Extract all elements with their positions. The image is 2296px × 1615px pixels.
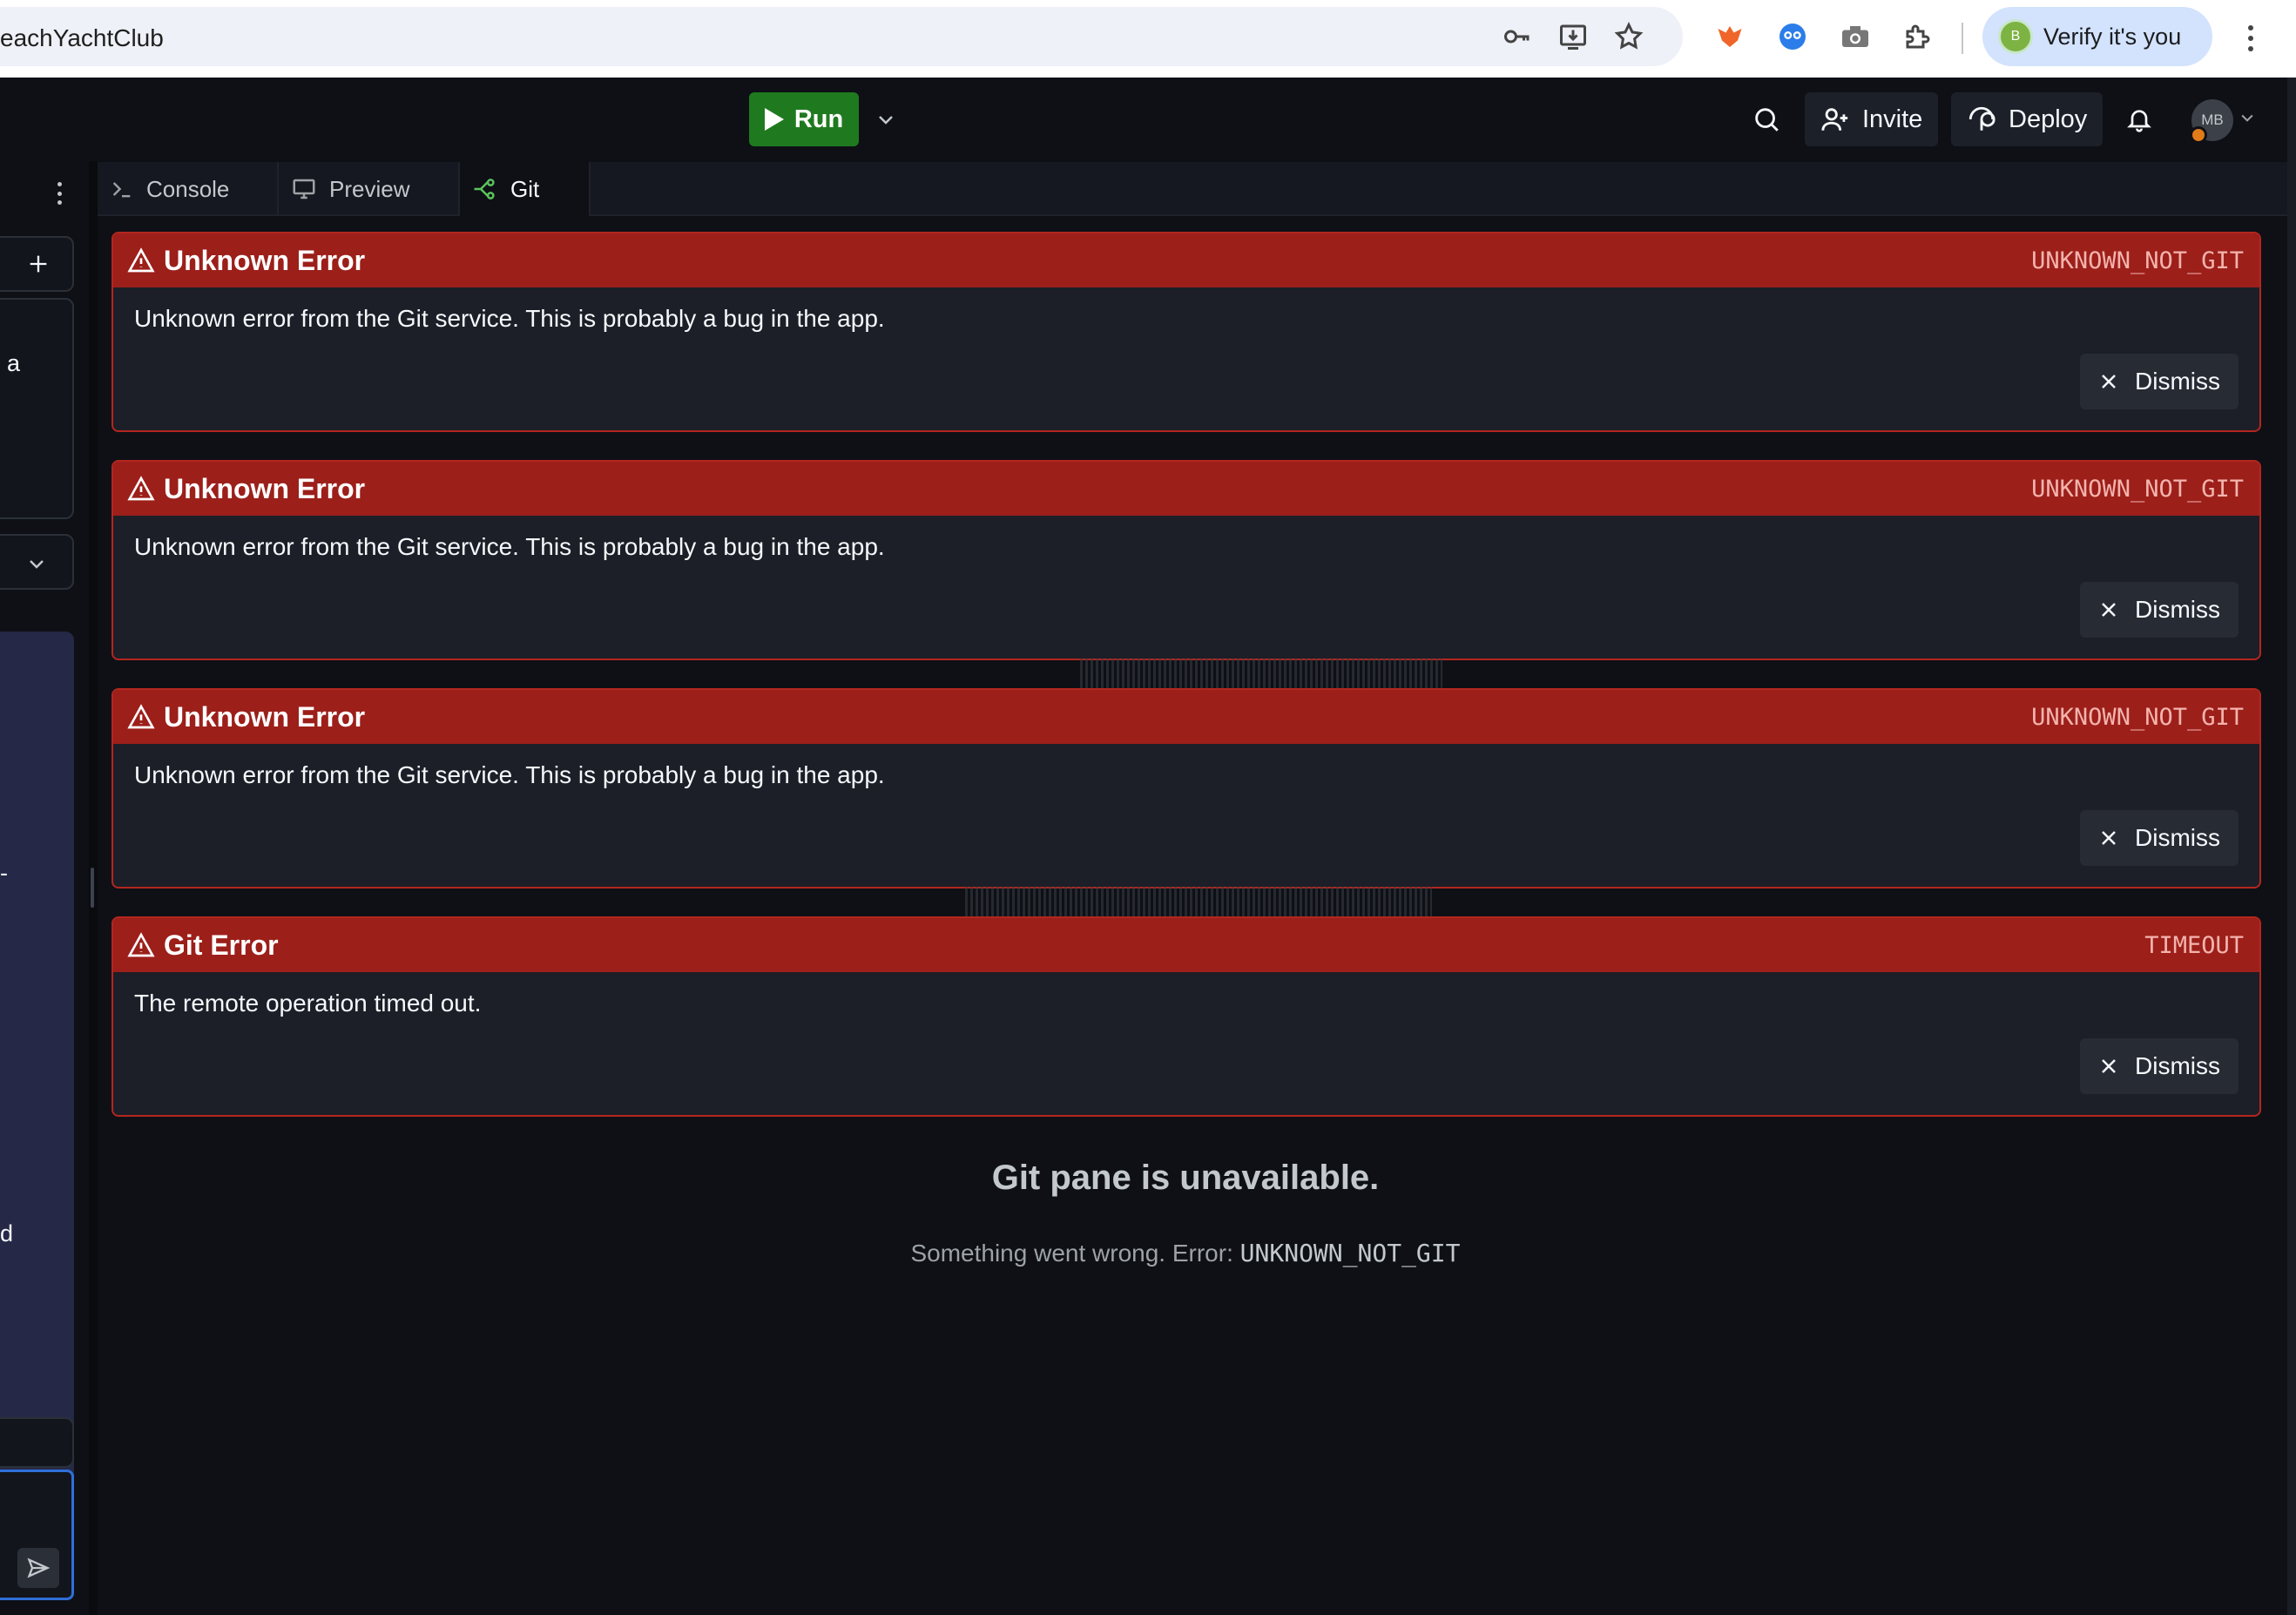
error-header: Unknown Error UNKNOWN_NOT_GIT [113, 462, 2259, 516]
error-code: TIMEOUT [2144, 931, 2244, 959]
tab-git[interactable]: Git [460, 162, 591, 216]
dismiss-label: Dismiss [2135, 596, 2220, 623]
send-icon [27, 1558, 51, 1578]
new-item-box [0, 236, 74, 292]
run-button[interactable]: Run [749, 92, 859, 146]
play-icon [764, 108, 784, 131]
error-message: The remote operation timed out. [134, 990, 482, 1017]
extensions-puzzle-icon[interactable] [1901, 19, 1935, 54]
error-message: Unknown error from the Git service. This… [134, 305, 885, 332]
bookmark-star-icon[interactable] [1611, 19, 1646, 54]
resize-handle[interactable] [91, 868, 94, 908]
warning-icon [127, 932, 155, 957]
error-title: Unknown Error [164, 244, 366, 276]
invite-label: Invite [1862, 105, 1923, 133]
fox-extension-icon[interactable] [1712, 19, 1747, 54]
address-bar[interactable]: eachYachtClub [0, 7, 1683, 66]
close-icon [2102, 375, 2116, 389]
browser-toolbar: eachYachtClub B Verify it's you [0, 0, 2296, 78]
toolbar-divider [1962, 23, 1963, 54]
chevron-down-icon [30, 560, 44, 569]
tab-console[interactable]: Console [98, 162, 279, 216]
error-title: Unknown Error [164, 700, 366, 733]
dismiss-button[interactable]: Dismiss [2080, 810, 2239, 866]
left-pane: a - d [0, 161, 87, 1615]
url-text: eachYachtClub [0, 24, 164, 51]
git-unavailable-title: Git pane is unavailable. [991, 1159, 1380, 1197]
error-title: Unknown Error [164, 472, 366, 504]
warning-icon [127, 247, 155, 273]
window-edge [2287, 78, 2296, 1615]
error-card: Unknown Error UNKNOWN_NOT_GIT Unknown er… [111, 232, 2261, 432]
git-branch-icon [474, 179, 495, 199]
dismiss-button[interactable]: Dismiss [2080, 1038, 2239, 1094]
plus-icon[interactable] [26, 252, 51, 276]
dismiss-label: Dismiss [2135, 1052, 2220, 1079]
pane-menu-icon[interactable] [54, 179, 64, 208]
deploy-button[interactable]: Deploy [1951, 92, 2104, 146]
chrome-menu-icon[interactable] [2237, 17, 2265, 59]
error-message: Unknown error from the Git service. This… [134, 761, 885, 788]
error-card: Unknown Error UNKNOWN_NOT_GIT Unknown er… [111, 688, 2261, 889]
subtitle-error-code: UNKNOWN_NOT_GIT [1239, 1239, 1461, 1267]
verify-label: Verify it's you [2043, 23, 2182, 50]
panel-snippet-dash: - [0, 860, 8, 886]
message-snippet: a [7, 350, 21, 376]
deploy-label: Deploy [2009, 105, 2088, 133]
deploy-icon [1968, 106, 1995, 131]
run-options-chevron-down-icon[interactable] [873, 106, 899, 132]
warning-icon [127, 704, 155, 729]
close-icon [2102, 831, 2116, 845]
run-group: Run [749, 92, 899, 146]
message-card: a [0, 298, 74, 519]
tab-bar: Console Preview Git [98, 162, 2287, 216]
tab-preview[interactable]: Preview [279, 162, 460, 216]
tab-label: Git [510, 175, 540, 202]
avatar-status-badge [2190, 126, 2207, 144]
dismiss-button[interactable]: Dismiss [2080, 354, 2239, 409]
git-unavailable-subtitle: Something went wrong. Error: UNKNOWN_NOT… [98, 1239, 2273, 1267]
ascii-art-fragment [965, 887, 1432, 916]
owl-extension-icon[interactable] [1775, 19, 1810, 54]
notifications-bell-icon[interactable] [2122, 102, 2157, 137]
profile-avatar: B [1998, 19, 2033, 54]
close-icon [2102, 1059, 2116, 1073]
error-code: UNKNOWN_NOT_GIT [2031, 703, 2244, 731]
error-message: Unknown error from the Git service. This… [134, 533, 885, 560]
install-app-icon[interactable] [1556, 19, 1590, 54]
warning-icon [127, 476, 155, 501]
collapse-box[interactable] [0, 534, 74, 590]
invite-button[interactable]: Invite [1805, 92, 1939, 146]
error-header: Unknown Error UNKNOWN_NOT_GIT [113, 690, 2259, 744]
terminal-icon [112, 182, 131, 198]
subtitle-text: Something went wrong. Error: [910, 1240, 1240, 1267]
panel-snippet-d: d [0, 1220, 14, 1247]
run-label: Run [793, 105, 844, 133]
dismiss-button[interactable]: Dismiss [2080, 582, 2239, 638]
error-header: Git Error TIMEOUT [113, 918, 2259, 972]
ascii-art-fragment [1080, 659, 1442, 688]
dismiss-label: Dismiss [2135, 368, 2220, 395]
toolbar-strip [0, 1417, 74, 1468]
agent-message-panel: - d [0, 632, 74, 1539]
app-header: Run Invite Deploy MB [0, 78, 2296, 161]
error-title: Git Error [164, 929, 279, 961]
verify-profile-button[interactable]: B Verify it's you [1982, 7, 2212, 66]
error-card: Unknown Error UNKNOWN_NOT_GIT Unknown er… [111, 460, 2261, 660]
tab-label: Preview [329, 175, 410, 202]
error-code: UNKNOWN_NOT_GIT [2031, 475, 2244, 503]
dismiss-label: Dismiss [2135, 824, 2220, 851]
add-user-icon [1821, 108, 1848, 131]
error-code: UNKNOWN_NOT_GIT [2031, 247, 2244, 274]
send-button[interactable] [17, 1548, 59, 1588]
error-card: Git Error TIMEOUT The remote operation t… [111, 916, 2261, 1117]
key-icon[interactable] [1500, 19, 1535, 54]
camera-icon[interactable] [1838, 19, 1873, 54]
close-icon [2102, 603, 2116, 617]
search-icon[interactable] [1749, 102, 1784, 137]
avatar-chevron-down-icon[interactable] [2239, 109, 2259, 130]
tab-label: Console [146, 175, 230, 202]
error-header: Unknown Error UNKNOWN_NOT_GIT [113, 233, 2259, 287]
monitor-icon [293, 179, 315, 199]
